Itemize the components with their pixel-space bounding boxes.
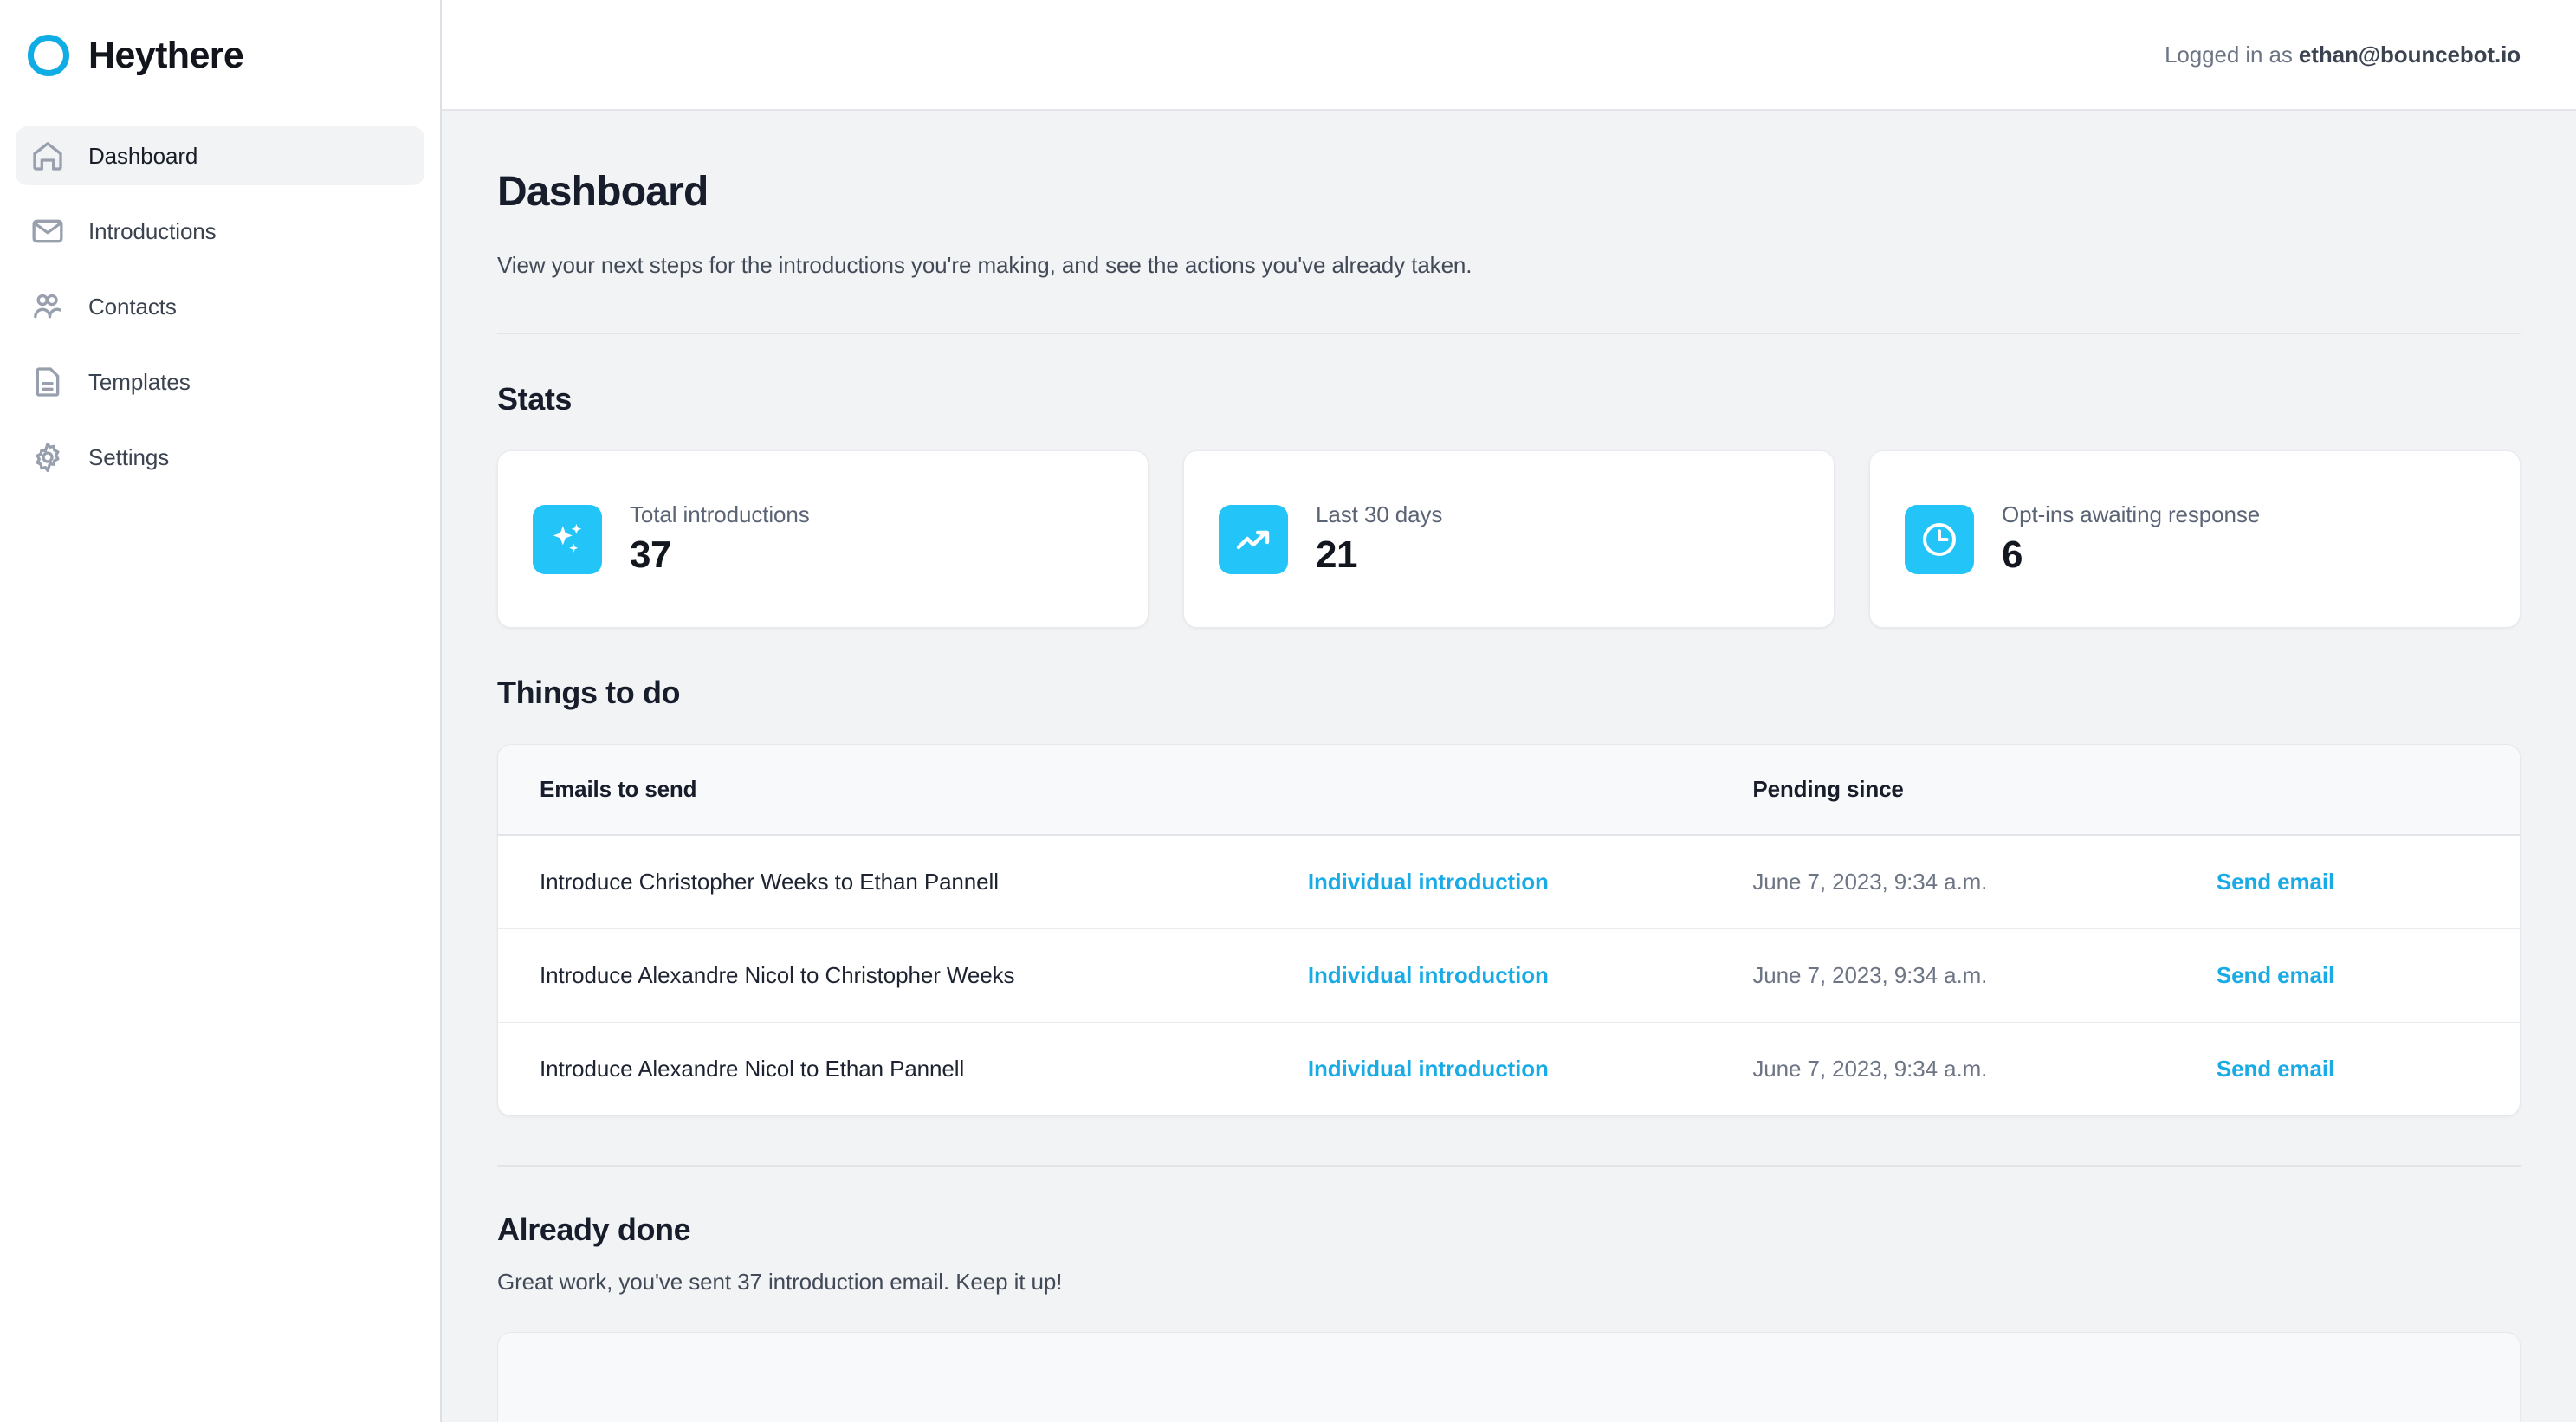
sidebar-item-label: Dashboard <box>88 142 198 169</box>
sparkles-icon <box>533 504 602 574</box>
column-header-pending-since: Pending since <box>1711 745 2217 836</box>
table-row: Introduce Christopher Weeks to Ethan Pan… <box>498 835 2520 929</box>
cell-intro-kind: Individual introduction <box>1266 1023 1711 1116</box>
stat-label: Total introductions <box>630 501 810 527</box>
sidebar-item-label: Settings <box>88 443 170 470</box>
sidebar-item-introductions[interactable]: Introductions <box>16 202 424 261</box>
topbar: Logged in as ethan@bouncebot.io <box>442 0 2576 111</box>
logged-in-status: Logged in as ethan@bouncebot.io <box>2165 42 2521 68</box>
cell-intro-kind: Individual introduction <box>1265 835 1712 929</box>
send-email-link[interactable]: Send email <box>2217 1056 2334 1082</box>
things-to-do-table: Emails to send Pending since Introduce C… <box>498 745 2520 1115</box>
content-area: Dashboard View your next steps for the i… <box>442 111 2576 1422</box>
sidebar-nav: Dashboard Introductions Contacts Templat… <box>0 111 440 487</box>
divider <box>497 333 2521 334</box>
cell-intro-title: Introduce Alexandre Nicol to Christopher… <box>498 928 1266 1023</box>
column-header-kind <box>1265 745 1712 836</box>
sidebar-item-label: Contacts <box>88 293 177 320</box>
gear-icon <box>29 439 66 475</box>
cell-intro-kind: Individual introduction <box>1265 928 1712 1023</box>
cell-intro-title: Introduce Christopher Weeks to Ethan Pan… <box>498 835 1266 929</box>
sidebar-item-settings[interactable]: Settings <box>16 428 424 487</box>
cell-pending-since: June 7, 2023, 9:34 a.m. <box>1711 928 2217 1023</box>
cell-intro-title: Introduce Alexandre Nicol to Ethan Panne… <box>540 1056 965 1082</box>
brand-name: Heythere <box>88 34 244 76</box>
sidebar-item-contacts[interactable]: Contacts <box>16 277 424 336</box>
logged-in-prefix: Logged in as <box>2165 41 2293 68</box>
sidebar-item-label: Templates <box>88 368 191 395</box>
column-header-action <box>2216 745 2520 836</box>
logo-circle-icon <box>28 35 69 76</box>
cell-pending-since: June 7, 2023, 9:34 a.m. <box>1711 835 2217 929</box>
cell-action: Send email <box>2216 928 2520 1023</box>
stat-card-last-30-days: Last 30 days 21 <box>1183 450 1835 628</box>
table-body: Introduce Christopher Weeks to Ethan Pan… <box>498 835 2520 1115</box>
page-subtitle: View your next steps for the introductio… <box>497 252 1472 278</box>
cell-action: Send email <box>2216 835 2520 929</box>
sidebar-item-dashboard[interactable]: Dashboard <box>16 126 424 185</box>
user-email[interactable]: ethan@bouncebot.io <box>2299 42 2521 68</box>
table-row: Introduce Alexandre Nicol to Ethan Panne… <box>498 1023 2520 1116</box>
brand[interactable]: Heythere <box>0 0 440 111</box>
things-to-do-heading: Things to do <box>497 675 681 710</box>
document-icon <box>29 364 66 400</box>
sidebar-item-label: Introductions <box>88 217 217 244</box>
send-email-link[interactable]: Send email <box>2217 962 2334 988</box>
home-icon <box>29 138 66 174</box>
users-icon <box>29 288 66 325</box>
main-column: Logged in as ethan@bouncebot.io Dashboar… <box>442 0 2576 1422</box>
table-row: Introduce Alexandre Nicol to Christopher… <box>498 928 2520 1023</box>
things-to-do-table-card: Emails to send Pending since Introduce C… <box>497 744 2521 1116</box>
individual-introduction-link[interactable]: Individual introduction <box>1308 1056 1549 1082</box>
stat-label: Opt-ins awaiting response <box>2002 501 2261 527</box>
stats-heading: Stats <box>497 381 573 417</box>
stat-value: 37 <box>630 533 671 576</box>
individual-introduction-link[interactable]: Individual introduction <box>1308 962 1549 988</box>
individual-introduction-link[interactable]: Individual introduction <box>1308 869 1549 895</box>
sidebar: Heythere Dashboard Introductions Contact… <box>0 0 442 1422</box>
envelope-icon <box>29 213 66 249</box>
app-root: Heythere Dashboard Introductions Contact… <box>0 0 2576 1422</box>
stat-card-optins-awaiting-response: Opt-ins awaiting response 6 <box>1869 450 2521 628</box>
already-done-table-card <box>497 1332 2521 1422</box>
stat-value: 21 <box>1316 533 1357 576</box>
send-email-link[interactable]: Send email <box>2217 869 2334 895</box>
stat-card-total-introductions: Total introductions 37 <box>497 450 1149 628</box>
sidebar-item-templates[interactable]: Templates <box>16 352 424 411</box>
cell-action: Send email <box>2217 1023 2520 1116</box>
already-done-subtitle: Great work, you've sent 37 introduction … <box>497 1269 1063 1295</box>
table-header-row: Emails to send Pending since <box>498 745 2520 836</box>
page-title: Dashboard <box>497 169 709 215</box>
stat-value: 6 <box>2002 533 2023 576</box>
divider-bottom <box>497 1165 2521 1167</box>
already-done-heading: Already done <box>497 1212 691 1247</box>
cell-pending-since: June 7, 2023, 9:34 a.m. <box>1752 1056 1988 1082</box>
table-head: Emails to send Pending since <box>498 745 2520 836</box>
trending-up-icon <box>1219 504 1288 574</box>
column-header-emails-to-send: Emails to send <box>498 745 1266 836</box>
stat-label: Last 30 days <box>1316 501 1443 527</box>
stats-cards: Total introductions 37 Last 30 days 21 O… <box>497 450 2521 628</box>
clock-icon <box>1905 504 1974 574</box>
